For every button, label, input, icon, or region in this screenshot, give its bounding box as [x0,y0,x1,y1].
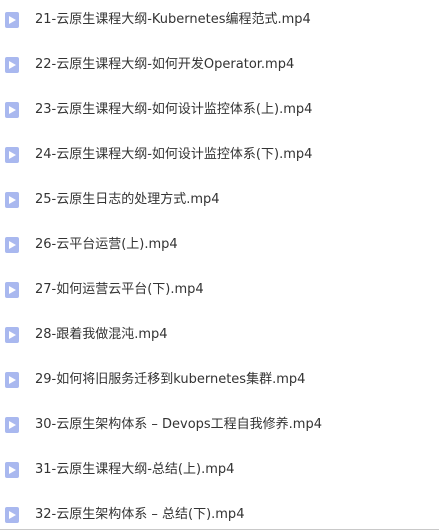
file-name: 30-云原生架构体系 – Devops工程自我修养.mp4 [35,417,322,432]
file-name: 32-云原生架构体系 – 总结(下).mp4 [35,507,245,522]
file-row[interactable]: 31-云原生课程大纲-总结(上).mp4 [0,455,439,485]
file-row[interactable]: 23-云原生课程大纲-如何设计监控体系(上).mp4 [0,95,439,125]
file-name: 27-如何运营云平台(下).mp4 [35,282,204,297]
file-row[interactable]: 24-云原生课程大纲-如何设计监控体系(下).mp4 [0,140,439,170]
file-name: 26-云平台运营(上).mp4 [35,237,178,252]
file-name: 21-云原生课程大纲-Kubernetes编程范式.mp4 [35,12,311,27]
file-name: 31-云原生课程大纲-总结(上).mp4 [35,462,235,477]
video-file-icon [5,12,19,28]
video-file-icon [5,57,19,73]
file-name: 23-云原生课程大纲-如何设计监控体系(上).mp4 [35,102,313,117]
file-name: 24-云原生课程大纲-如何设计监控体系(下).mp4 [35,147,313,162]
file-row[interactable]: 26-云平台运营(上).mp4 [0,230,439,260]
video-file-icon [5,372,19,388]
file-name: 29-如何将旧服务迁移到kubernetes集群.mp4 [35,372,306,387]
video-file-icon [5,237,19,253]
video-file-icon [5,462,19,478]
file-row[interactable]: 21-云原生课程大纲-Kubernetes编程范式.mp4 [0,5,439,35]
file-row[interactable]: 32-云原生架构体系 – 总结(下).mp4 [0,500,439,530]
video-file-icon [5,507,19,523]
video-file-icon [5,192,19,208]
file-name: 25-云原生日志的处理方式.mp4 [35,192,220,207]
video-file-icon [5,282,19,298]
video-file-icon [5,327,19,343]
file-row[interactable]: 28-跟着我做混沌.mp4 [0,320,439,350]
file-name: 22-云原生课程大纲-如何开发Operator.mp4 [35,57,295,72]
file-row[interactable]: 29-如何将旧服务迁移到kubernetes集群.mp4 [0,365,439,395]
video-file-icon [5,417,19,433]
file-name: 28-跟着我做混沌.mp4 [35,327,168,342]
file-row[interactable]: 25-云原生日志的处理方式.mp4 [0,185,439,215]
file-row[interactable]: 30-云原生架构体系 – Devops工程自我修养.mp4 [0,410,439,440]
divider [0,529,439,530]
file-row[interactable]: 27-如何运营云平台(下).mp4 [0,275,439,305]
file-row[interactable]: 22-云原生课程大纲-如何开发Operator.mp4 [0,50,439,80]
video-file-icon [5,147,19,163]
video-file-icon [5,102,19,118]
